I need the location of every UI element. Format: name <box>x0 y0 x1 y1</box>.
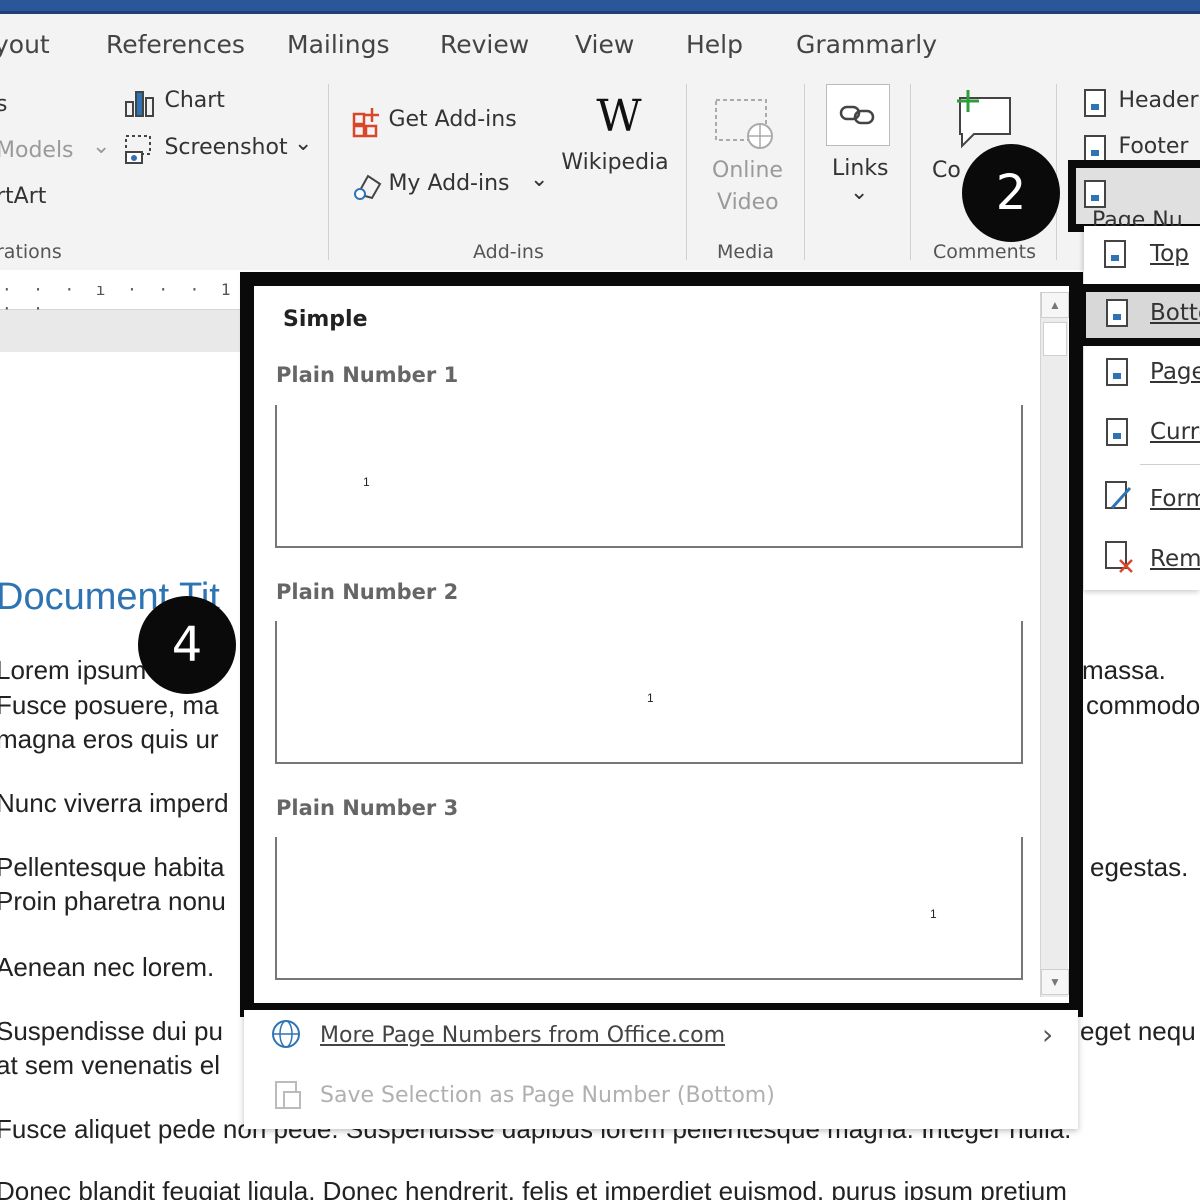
ribbon-separator <box>804 84 805 260</box>
get-addins-label: Get Add-ins <box>388 107 517 133</box>
menu-item-remove-page-numbers[interactable]: Rem <box>1150 546 1200 572</box>
online-video-button[interactable] <box>710 96 782 157</box>
tab-review[interactable]: Review <box>440 30 529 59</box>
comment-icon <box>957 90 1011 149</box>
more-page-numbers-label[interactable]: More Page Numbers from Office.com <box>320 1023 725 1048</box>
addins-icon <box>354 174 382 200</box>
ribbon-item-3d-models[interactable]: Models <box>0 138 74 163</box>
header-label: Header <box>1118 88 1199 113</box>
doc-line-right: commodo <box>1086 690 1200 720</box>
footer-icon <box>1084 134 1106 163</box>
gallery-highlight-frame <box>240 272 1083 1017</box>
doc-line-left: Suspendisse dui pu <box>0 1016 223 1046</box>
menu-separator <box>1140 464 1200 465</box>
doc-line-left: at sem venenatis el <box>0 1050 221 1080</box>
ribbon-separator <box>910 84 911 260</box>
doc-line-left: Aenean nec lorem. <box>0 952 215 982</box>
group-label-comments: Comments <box>933 241 1036 263</box>
chart-label: Chart <box>164 88 225 114</box>
online-video-icon <box>715 99 773 149</box>
wikipedia-icon: W <box>596 91 642 142</box>
footer-label: Footer <box>1118 134 1189 159</box>
wikipedia-label: Wikipedia <box>561 150 669 175</box>
comment-label: Co <box>932 158 961 183</box>
chevron-right-icon[interactable]: › <box>1042 1018 1053 1051</box>
online-video-label-1: Online <box>712 158 783 183</box>
doc-line-right: massa. <box>1082 655 1166 685</box>
remove-page-numbers-icon <box>1105 541 1133 573</box>
title-bar <box>0 0 1200 14</box>
screenshot-button[interactable]: Screenshot ⌄ <box>124 131 312 166</box>
menu-item-bottom-of-page[interactable]: Botto <box>1150 300 1200 326</box>
ribbon-item-shapes[interactable]: s <box>0 92 7 117</box>
page-number-icon <box>1084 180 1106 208</box>
ruler[interactable]: · · · ı · · · 1 · · <box>0 274 240 318</box>
doc-line-right: egestas. <box>1090 852 1189 882</box>
group-label-illustrations: rations <box>0 241 62 263</box>
group-label-addins: Add-ins <box>473 241 544 263</box>
callout-step-2: 2 <box>962 144 1060 242</box>
save-selection-icon <box>275 1081 301 1109</box>
doc-line-left: magna eros quis ur <box>0 724 219 754</box>
get-addins-button[interactable]: Get Add-ins <box>352 106 517 138</box>
format-page-numbers-icon <box>1105 481 1132 510</box>
chart-button[interactable]: Chart <box>124 88 225 118</box>
page-number-menu <box>1084 226 1200 590</box>
wikipedia-button[interactable]: W Wikipedia <box>561 91 674 176</box>
online-video-label-2: Video <box>717 190 779 215</box>
ribbon-separator <box>328 84 329 260</box>
doc-line-bottom: Donec blandit feugiat ligula. Donec hend… <box>0 1176 1067 1200</box>
ribbon-item-smartart[interactable]: rtArt <box>0 184 46 209</box>
links-button[interactable] <box>826 84 890 146</box>
tab-mailings[interactable]: Mailings <box>287 30 389 59</box>
tab-view[interactable]: View <box>575 30 634 59</box>
ribbon-separator <box>686 84 687 260</box>
header-button[interactable]: Header <box>1084 88 1199 117</box>
tab-help[interactable]: Help <box>686 30 743 59</box>
ribbon-tabs: yout References Mailings Review View Hel… <box>0 14 1200 74</box>
current-position-icon <box>1106 418 1128 446</box>
tab-layout[interactable]: yout <box>0 30 50 59</box>
links-chevron-icon[interactable]: ⌄ <box>850 180 868 205</box>
doc-line-left: Lorem ipsum <box>0 655 147 685</box>
doc-line-left: Fusce posuere, ma <box>0 690 219 720</box>
menu-item-format-page-numbers[interactable]: Form <box>1150 486 1200 512</box>
top-of-page-icon <box>1104 240 1126 268</box>
more-page-numbers-button[interactable] <box>270 1018 304 1052</box>
header-icon <box>1084 88 1106 117</box>
menu-item-top-of-page[interactable]: Top <box>1150 241 1189 267</box>
callout-step-4: 4 <box>138 596 236 694</box>
save-selection-label: Save Selection as Page Number (Bottom) <box>320 1083 775 1108</box>
tab-references[interactable]: References <box>106 30 245 59</box>
globe-icon <box>272 1020 300 1048</box>
menu-item-page-margins[interactable]: Page <box>1150 359 1200 385</box>
doc-line-left: Pellentesque habita <box>0 852 225 882</box>
footer-button[interactable]: Footer <box>1084 134 1188 163</box>
bottom-of-page-icon <box>1106 299 1128 327</box>
my-addins-label: My Add-ins <box>388 171 510 197</box>
screenshot-chevron-icon: ⌄ <box>294 131 313 157</box>
page-margins-icon <box>1106 358 1128 386</box>
doc-line-left: Nunc viverra imperd <box>0 788 229 818</box>
group-label-media: Media <box>717 241 775 263</box>
link-icon <box>839 105 875 125</box>
screenshot-icon <box>125 135 151 164</box>
my-addins-chevron-icon: ⌄ <box>529 167 549 193</box>
ribbon-separator <box>1056 84 1057 260</box>
store-icon <box>352 108 379 138</box>
screenshot-label: Screenshot <box>164 135 288 161</box>
doc-line-left: Proin pharetra nonu <box>0 886 226 916</box>
menu-item-current-position[interactable]: Curre <box>1150 419 1200 445</box>
doc-line-right: eget nequ <box>1080 1016 1196 1046</box>
models-chevron-icon[interactable]: ⌄ <box>92 134 110 159</box>
my-addins-button[interactable]: My Add-ins ⌄ <box>352 167 548 202</box>
links-label[interactable]: Links <box>832 156 889 181</box>
page-margin-band <box>0 310 240 352</box>
tab-grammarly[interactable]: Grammarly <box>796 30 937 59</box>
chart-icon <box>125 91 154 117</box>
